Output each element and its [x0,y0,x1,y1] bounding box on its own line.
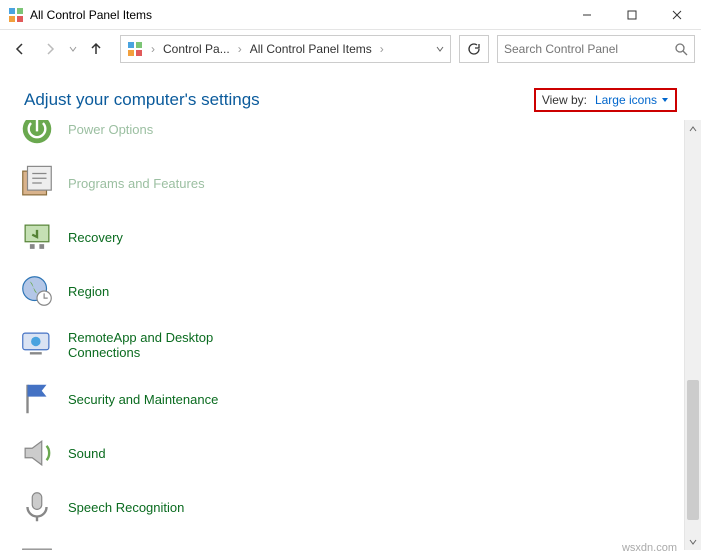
view-by-label: View by: [542,93,587,107]
storage-icon [18,542,56,550]
navbar: › Control Pa... › All Control Panel Item… [0,30,701,68]
items-grid: Power Options Programs and Features Recove… [0,120,680,550]
cpl-item-region[interactable]: Region [14,264,254,318]
chevron-right-icon[interactable]: › [149,42,157,56]
back-button[interactable] [6,35,34,63]
breadcrumb-icon[interactable] [121,36,149,62]
content-header: Adjust your computer's settings View by:… [0,68,701,120]
titlebar: All Control Panel Items [0,0,701,30]
view-by-selector[interactable]: View by: Large icons [534,88,677,112]
mic-icon [18,488,56,526]
cpl-item-label: Recovery [68,230,123,245]
cpl-item-recovery[interactable]: Recovery [14,210,254,264]
cpl-item-label: Security and Maintenance [68,392,218,407]
cpl-item-label: RemoteApp and Desktop Connections [68,330,248,360]
search-input[interactable] [504,42,674,56]
maximize-button[interactable] [609,1,654,29]
chevron-right-icon[interactable]: › [236,42,244,56]
cpl-item-storage[interactable]: Storage Spaces [14,534,254,550]
cpl-item-label: Power Options [68,122,153,137]
programs-icon [18,164,56,202]
history-dropdown[interactable] [66,45,80,53]
breadcrumb-current[interactable]: All Control Panel Items [244,36,378,62]
close-button[interactable] [654,1,699,29]
sound-icon [18,434,56,472]
flag-icon [18,380,56,418]
recovery-icon [18,218,56,256]
scroll-down-button[interactable] [685,533,701,550]
chevron-down-icon [661,96,669,104]
breadcrumb-root[interactable]: Control Pa... [157,36,236,62]
scrollbar[interactable] [684,120,701,550]
remote-icon [18,326,56,364]
chevron-right-icon[interactable]: › [378,42,386,56]
page-title: Adjust your computer's settings [24,90,534,110]
scroll-up-button[interactable] [685,120,701,137]
refresh-button[interactable] [459,35,489,63]
forward-button[interactable] [36,35,64,63]
scroll-thumb[interactable] [687,380,699,520]
region-icon [18,272,56,310]
cpl-item-label: Programs and Features [68,176,205,191]
search-box[interactable] [497,35,695,63]
cpl-item-sound[interactable]: Sound [14,426,254,480]
power-icon [18,120,56,148]
cpl-item-mic[interactable]: Speech Recognition [14,480,254,534]
cpl-item-label: Region [68,284,109,299]
search-icon[interactable] [674,42,688,56]
watermark: wsxdn.com [622,542,677,554]
up-button[interactable] [82,35,110,63]
cpl-item-label: Speech Recognition [68,500,184,515]
cpl-item-power[interactable]: Power Options [14,120,254,156]
scroll-area: Power Options Programs and Features Recove… [0,120,701,550]
cpl-item-flag[interactable]: Security and Maintenance [14,372,254,426]
control-panel-icon [8,7,24,23]
cpl-item-programs[interactable]: Programs and Features [14,156,254,210]
cpl-item-remote[interactable]: RemoteApp and Desktop Connections [14,318,254,372]
minimize-button[interactable] [564,1,609,29]
view-by-value[interactable]: Large icons [595,93,669,107]
window-title: All Control Panel Items [30,8,564,22]
address-bar[interactable]: › Control Pa... › All Control Panel Item… [120,35,451,63]
address-dropdown[interactable] [428,36,450,62]
cpl-item-label: Sound [68,446,106,461]
